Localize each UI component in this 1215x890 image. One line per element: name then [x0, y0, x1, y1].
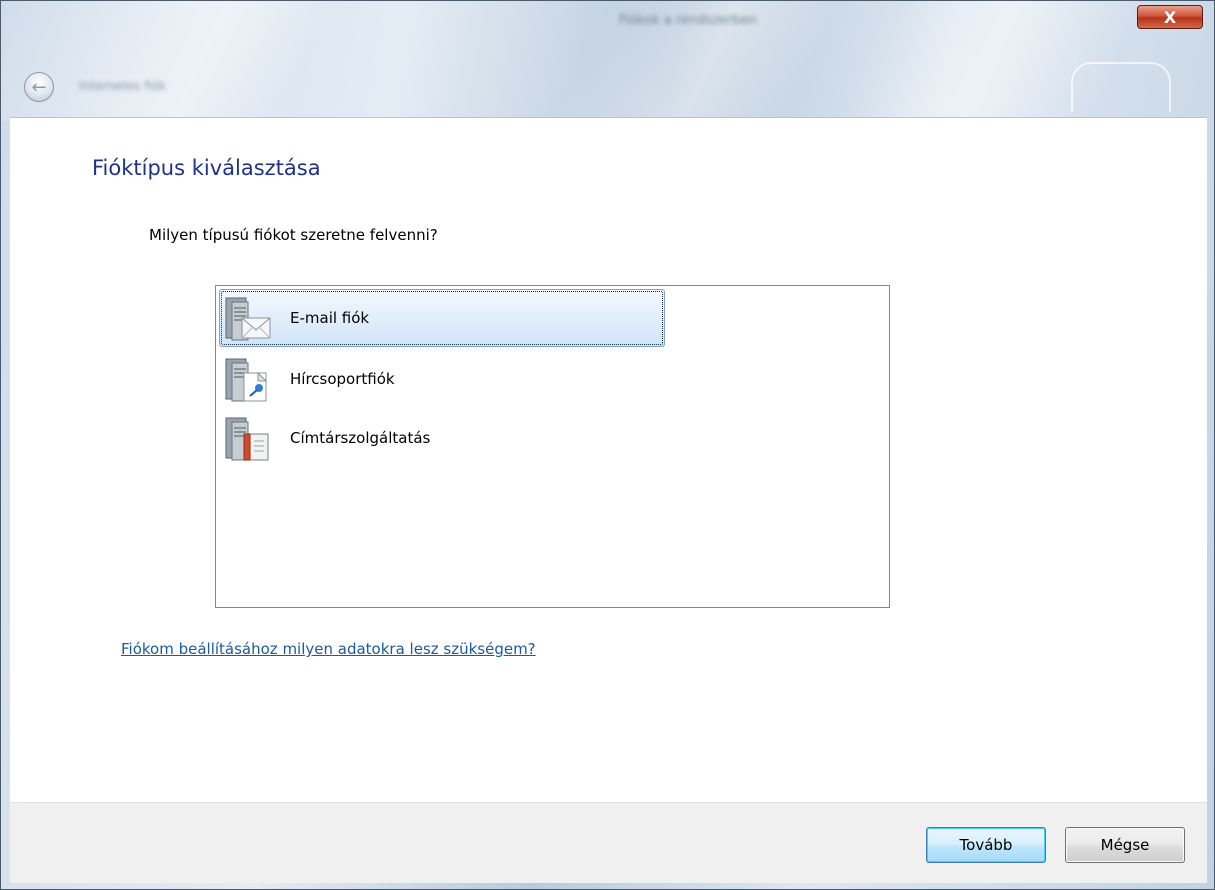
button-bar: Tovább Mégse — [10, 802, 1207, 883]
dialog-window: Fiókok a rendszerben X ← Internetes fiók… — [0, 0, 1215, 890]
focus-ring — [221, 291, 663, 345]
mail-server-icon — [225, 297, 271, 341]
close-button[interactable]: X — [1137, 5, 1203, 29]
next-button[interactable]: Tovább — [926, 827, 1046, 863]
email-account-label: E-mail fiók — [290, 309, 370, 327]
nav-decoration — [1071, 62, 1171, 112]
window-title: Fiókok a rendszerben — [619, 13, 757, 28]
directory-server-icon — [225, 417, 269, 461]
directory-service-label: Címtárszolgáltatás — [290, 429, 431, 447]
back-button[interactable]: ← — [24, 72, 54, 102]
list-item-newsgroup-account[interactable]: Hírcsoportfiók — [219, 350, 665, 408]
wizard-title: Internetes fiók — [79, 79, 166, 93]
account-type-list[interactable]: E-mail fiók Hírcsoportfiók Címtárszolgál… — [215, 285, 890, 608]
question-label: Milyen típusú fiókot szeretne felvenni? — [149, 226, 438, 244]
help-link[interactable]: Fiókom beállításához milyen adatokra les… — [121, 640, 536, 658]
list-item-email-account[interactable]: E-mail fiók — [219, 289, 665, 347]
page-title: Fióktípus kiválasztása — [92, 156, 321, 180]
navigation-bar: ← Internetes fiók — [1, 57, 1214, 117]
wizard-content: Fióktípus kiválasztása Milyen típusú fió… — [10, 117, 1207, 803]
back-arrow-icon: ← — [31, 76, 47, 98]
cancel-button[interactable]: Mégse — [1065, 827, 1185, 863]
list-item-directory-service[interactable]: Címtárszolgáltatás — [219, 409, 665, 467]
newsgroup-server-icon — [225, 358, 268, 402]
close-icon: X — [1163, 7, 1177, 27]
newsgroup-account-label: Hírcsoportfiók — [290, 370, 395, 388]
